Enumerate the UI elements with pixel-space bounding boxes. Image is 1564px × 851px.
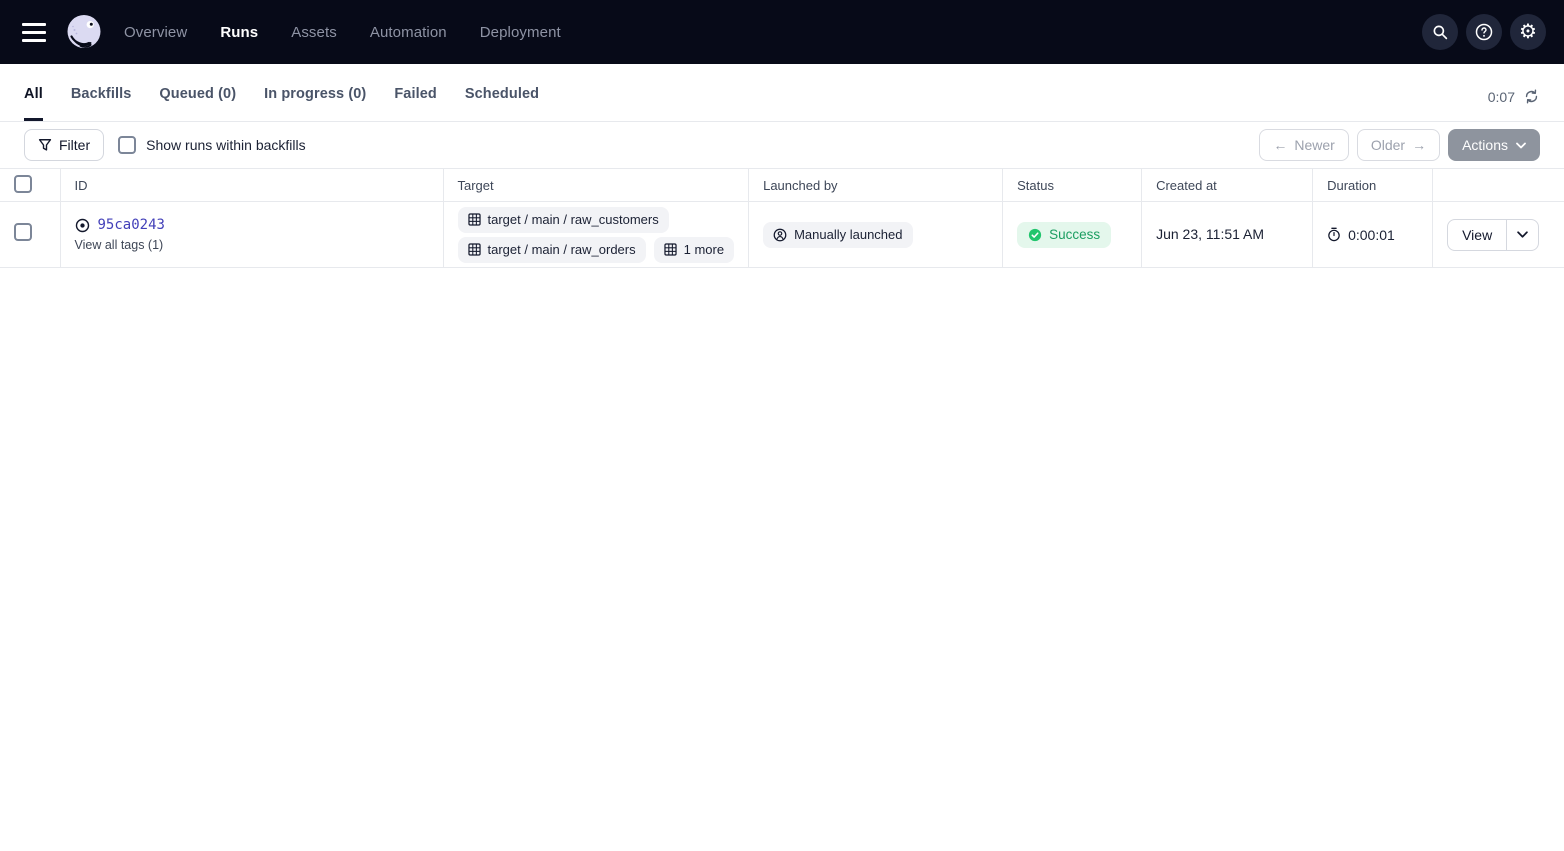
- column-header-id: ID: [60, 169, 443, 202]
- target-chip[interactable]: target / main / raw_orders: [458, 237, 646, 263]
- column-header-launched-by: Launched by: [749, 169, 1003, 202]
- tab-scheduled[interactable]: Scheduled: [465, 86, 539, 121]
- target-more-chip-label: 1 more: [684, 242, 724, 257]
- run-status-dot-icon: [75, 218, 90, 233]
- main-nav: Overview Runs Assets Automation Deployme…: [124, 24, 561, 41]
- nav-item-overview[interactable]: Overview: [124, 24, 187, 41]
- column-header-target: Target: [443, 169, 749, 202]
- row-checkbox[interactable]: [14, 223, 32, 241]
- duration-value: 0:00:01: [1348, 227, 1395, 243]
- launched-by-chip[interactable]: Manually launched: [763, 222, 912, 248]
- check-circle-icon: [1028, 228, 1042, 242]
- search-button[interactable]: [1422, 14, 1458, 50]
- table-grid-icon: [468, 213, 481, 226]
- table-grid-icon: [664, 243, 677, 256]
- runs-table: ID Target Launched by Status Created at …: [0, 168, 1564, 268]
- older-button-label: Older: [1371, 137, 1405, 153]
- refresh-countdown: 0:07: [1488, 89, 1515, 105]
- dagster-logo[interactable]: [62, 10, 106, 54]
- refresh-button[interactable]: [1523, 88, 1540, 105]
- column-header-actions: [1433, 169, 1564, 202]
- user-icon: [773, 228, 787, 242]
- filter-button[interactable]: Filter: [24, 129, 104, 161]
- chevron-down-icon: [1516, 142, 1526, 149]
- launched-by-label: Manually launched: [794, 227, 902, 242]
- tab-queued[interactable]: Queued (0): [159, 86, 236, 121]
- view-run-dropdown-button[interactable]: [1506, 220, 1538, 250]
- nav-item-assets[interactable]: Assets: [291, 24, 337, 41]
- runs-tab-bar: All Backfills Queued (0) In progress (0)…: [0, 64, 1564, 122]
- arrow-left-icon: ←: [1273, 137, 1287, 153]
- arrow-right-icon: →: [1412, 137, 1426, 153]
- settings-button[interactable]: ⚙: [1510, 14, 1546, 50]
- runs-toolbar: Filter Show runs within backfills ← Newe…: [0, 122, 1564, 168]
- tab-backfills[interactable]: Backfills: [71, 86, 132, 121]
- target-more-chip[interactable]: 1 more: [654, 237, 734, 263]
- tab-in-progress[interactable]: In progress (0): [264, 86, 366, 121]
- newer-button-label: Newer: [1294, 137, 1334, 153]
- help-icon: [1474, 22, 1494, 42]
- filter-funnel-icon: [38, 138, 52, 152]
- view-run-button[interactable]: View: [1448, 220, 1506, 250]
- actions-button-label: Actions: [1462, 137, 1508, 153]
- nav-item-automation[interactable]: Automation: [370, 24, 447, 41]
- help-button[interactable]: [1466, 14, 1502, 50]
- tab-failed[interactable]: Failed: [394, 86, 437, 121]
- select-all-checkbox[interactable]: [14, 175, 32, 193]
- filter-button-label: Filter: [59, 137, 90, 153]
- older-button[interactable]: Older →: [1357, 129, 1440, 161]
- nav-item-deployment[interactable]: Deployment: [480, 24, 561, 41]
- column-header-duration: Duration: [1313, 169, 1433, 202]
- show-backfills-toggle[interactable]: Show runs within backfills: [118, 136, 306, 154]
- nav-item-runs[interactable]: Runs: [220, 24, 258, 41]
- created-at-value: Jun 23, 11:51 AM: [1156, 226, 1264, 242]
- status-badge: Success: [1017, 222, 1111, 248]
- table-row: 95ca0243 View all tags (1) target /: [0, 202, 1564, 268]
- table-header-row: ID Target Launched by Status Created at …: [0, 169, 1564, 202]
- chevron-down-icon: [1517, 231, 1528, 238]
- octopus-logo-icon: [62, 10, 106, 54]
- target-chip-label: target / main / raw_customers: [488, 212, 659, 227]
- hamburger-menu-icon[interactable]: [14, 12, 54, 52]
- show-backfills-label: Show runs within backfills: [146, 137, 306, 153]
- column-header-status: Status: [1003, 169, 1142, 202]
- actions-button[interactable]: Actions: [1448, 129, 1540, 161]
- target-chip[interactable]: target / main / raw_customers: [458, 207, 669, 233]
- top-navigation: Overview Runs Assets Automation Deployme…: [0, 0, 1564, 64]
- column-header-created-at: Created at: [1142, 169, 1313, 202]
- tab-all[interactable]: All: [24, 86, 43, 121]
- show-backfills-checkbox[interactable]: [118, 136, 136, 154]
- refresh-icon: [1523, 88, 1540, 105]
- status-badge-label: Success: [1049, 227, 1100, 242]
- gear-icon: ⚙: [1519, 22, 1537, 42]
- target-chip-label: target / main / raw_orders: [488, 242, 636, 257]
- stopwatch-icon: [1327, 227, 1341, 242]
- view-all-tags-link[interactable]: View all tags (1): [75, 238, 164, 252]
- search-icon: [1431, 23, 1449, 41]
- run-id-link[interactable]: 95ca0243: [98, 217, 165, 233]
- newer-button[interactable]: ← Newer: [1259, 129, 1348, 161]
- table-grid-icon: [468, 243, 481, 256]
